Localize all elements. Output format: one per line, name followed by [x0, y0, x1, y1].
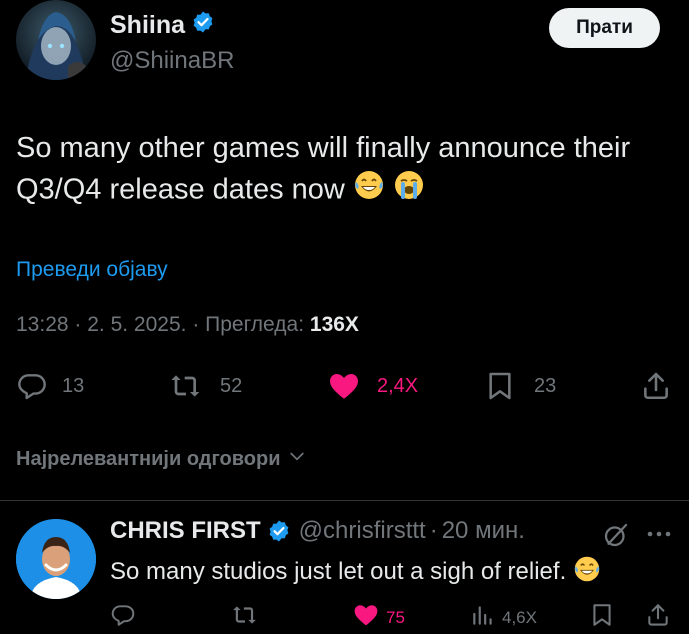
- reply-author-name[interactable]: CHRIS FIRST: [110, 517, 261, 545]
- author-handle[interactable]: @ShiinaBR: [110, 47, 234, 75]
- replies-sort-dropdown[interactable]: Најрелевантнији одговори: [16, 446, 307, 472]
- reply-share-button[interactable]: [645, 602, 671, 633]
- reply-author-handle[interactable]: @chrisfirsttt: [299, 517, 426, 545]
- share-icon: [645, 602, 671, 633]
- repost-button[interactable]: 52: [170, 370, 242, 402]
- section-divider: [0, 500, 689, 501]
- views-label: Прегледа:: [205, 313, 305, 336]
- tweet-text-content: So many other games will finally announc…: [16, 132, 631, 206]
- laughing-emoji-icon: [573, 555, 601, 590]
- verified-icon: [267, 519, 291, 543]
- meta-separator: ·: [192, 313, 206, 336]
- reply-author-avatar[interactable]: [16, 519, 96, 599]
- reply-text: So many studios just let out a sigh of r…: [110, 555, 601, 590]
- bookmark-icon: [484, 370, 516, 402]
- reply-views-button[interactable]: 4,6X: [470, 602, 537, 633]
- like-icon: [352, 602, 380, 633]
- tweet-time[interactable]: 13:28: [16, 313, 69, 336]
- reply-button[interactable]: 13: [16, 370, 84, 402]
- translate-link[interactable]: Преведи објаву: [16, 258, 168, 282]
- reply-count: 13: [62, 374, 85, 397]
- reply-bookmark-button[interactable]: [589, 602, 615, 633]
- meta-separator: ·: [74, 313, 88, 336]
- views-icon: [470, 602, 496, 633]
- grok-icon[interactable]: [601, 520, 631, 555]
- bookmark-button[interactable]: 23: [484, 370, 556, 402]
- verified-icon: [191, 10, 215, 41]
- share-icon: [640, 370, 672, 402]
- views-count-value: 136X: [309, 313, 359, 336]
- bookmark-count: 23: [534, 374, 557, 397]
- laughing-emoji-icon: [353, 169, 385, 213]
- bookmark-icon: [589, 602, 615, 633]
- more-options-icon[interactable]: [645, 522, 673, 551]
- author-avatar[interactable]: [16, 0, 96, 80]
- repost-icon: [170, 370, 202, 402]
- chevron-down-icon: [287, 446, 307, 472]
- share-button[interactable]: [640, 370, 672, 402]
- reply-repost-button[interactable]: [231, 602, 259, 633]
- reply-text-content: So many studios just let out a sigh of r…: [110, 557, 567, 585]
- meta-separator: ·: [429, 517, 438, 544]
- author-name-row[interactable]: Shiina: [110, 10, 215, 41]
- reply-reply-button[interactable]: [110, 602, 136, 633]
- reply-header: CHRIS FIRST @chrisfirsttt · 20 мин.: [110, 517, 525, 545]
- tweet-text: So many other games will finally announc…: [16, 128, 681, 213]
- crying-emoji-icon: [393, 169, 425, 213]
- like-icon: [327, 370, 361, 402]
- reply-like-button[interactable]: 75: [352, 602, 405, 633]
- tweet-meta: 13:28 · 2. 5. 2025. · Прегледа: 136X: [16, 313, 359, 337]
- follow-button[interactable]: Прати: [549, 8, 660, 48]
- reply-views-count: 4,6X: [502, 607, 537, 627]
- like-button[interactable]: 2,4X: [327, 370, 418, 402]
- repost-icon: [231, 602, 259, 633]
- reply-like-count: 75: [386, 607, 405, 627]
- like-count: 2,4X: [377, 374, 419, 397]
- reply-time[interactable]: 20 мин.: [442, 517, 525, 545]
- author-name[interactable]: Shiina: [110, 11, 185, 40]
- replies-sort-label: Најрелевантнији одговори: [16, 447, 281, 470]
- reply-icon: [16, 370, 48, 402]
- repost-count: 52: [220, 374, 243, 397]
- reply-icon: [110, 602, 136, 633]
- tweet-date[interactable]: 2. 5. 2025.: [87, 313, 186, 336]
